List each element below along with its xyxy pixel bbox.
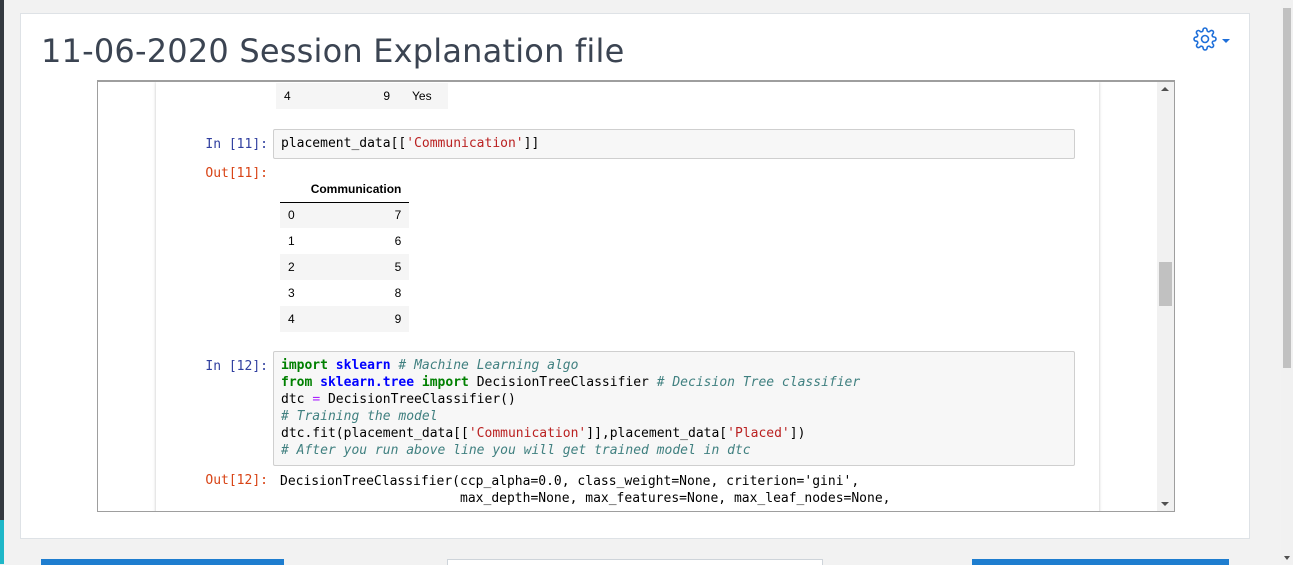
code-token: ])	[789, 426, 806, 441]
code-token: ]]	[523, 136, 540, 151]
code-string: 'Communication'	[406, 136, 524, 151]
code-keyword: from	[281, 375, 313, 390]
left-edge-bar	[0, 0, 4, 564]
page-scrollbar[interactable]	[1281, 0, 1293, 564]
row-value: 9	[383, 89, 390, 103]
row-index: 3	[288, 286, 295, 300]
code-comment: # Machine Learning algo	[398, 358, 579, 373]
table-row: 38	[280, 280, 409, 306]
row-value: 5	[394, 260, 402, 274]
scroll-thumb[interactable]	[1159, 262, 1172, 306]
code-string: 'Placed'	[727, 426, 790, 441]
code-keyword: import	[421, 375, 469, 390]
code-cell-11[interactable]: placement_data[['Communication']]	[273, 129, 1075, 159]
scroll-down-icon[interactable]	[1161, 502, 1169, 506]
table-row: 16	[280, 228, 409, 254]
scroll-down-icon[interactable]	[1284, 556, 1290, 560]
code-comment: # Training the model	[281, 409, 438, 424]
row-index: 0	[288, 208, 295, 223]
index-header	[280, 176, 303, 202]
bottom-left-button[interactable]	[41, 559, 284, 565]
bottom-input[interactable]	[447, 559, 823, 565]
settings-dropdown[interactable]	[1193, 26, 1235, 56]
scroll-up-icon[interactable]	[1161, 87, 1169, 91]
page-title: 11-06-2020 Session Explanation file	[41, 32, 625, 70]
out-prompt-12: Out[12]:	[205, 473, 268, 488]
output-line-1: DecisionTreeClassifier(ccp_alpha=0.0, cl…	[280, 474, 860, 489]
in-prompt-11: In [11]:	[205, 137, 268, 152]
table-row: 4 9 Yes	[276, 83, 448, 109]
table-row: 25	[280, 254, 410, 280]
bottom-right-button[interactable]	[972, 559, 1229, 565]
communication-header: Communication	[310, 181, 402, 196]
row-value: 8	[394, 286, 402, 300]
table-row: 49	[280, 306, 410, 332]
code-keyword: import	[281, 358, 328, 373]
code-token: DecisionTreeClassifier	[476, 375, 649, 390]
table-row: 07	[280, 202, 410, 228]
code-token: DecisionTreeClassifier()	[327, 392, 516, 407]
code-token: placement_data[[	[281, 136, 407, 151]
output-line-2: max_depth=None, max_features=None, max_l…	[280, 491, 891, 506]
code-module: sklearn.tree	[320, 375, 415, 390]
row-index: 4	[288, 312, 295, 326]
code-string: 'Communication'	[468, 426, 587, 441]
row-value: 6	[394, 234, 402, 248]
out-prompt-11: Out[11]:	[205, 166, 268, 181]
row-value: 9	[394, 312, 402, 326]
row-index: 2	[288, 260, 295, 274]
row-value: 7	[394, 208, 402, 223]
left-edge-accent	[0, 520, 4, 564]
prev-output-table: 4 9 Yes	[276, 83, 448, 109]
code-token: dtc.fit(placement_data[[	[281, 426, 469, 441]
notebook-viewer[interactable]: 4 9 Yes In [11]: placement_data[['Commun…	[97, 80, 1175, 512]
code-module: sklearn	[335, 358, 391, 373]
communication-table: Communication 07 16 25 38 49	[280, 176, 410, 332]
chevron-down-icon[interactable]	[1222, 39, 1230, 43]
row-index: 4	[284, 89, 291, 103]
code-comment: # Decision Tree classifier	[656, 375, 861, 390]
table-header-row: Communication	[280, 176, 410, 202]
code-cell-12[interactable]: import sklearn # Machine Learning algo f…	[273, 351, 1075, 466]
row-extra: Yes	[412, 89, 432, 103]
code-comment: # After you run above line you will get …	[281, 443, 751, 458]
code-token: dtc	[281, 392, 305, 407]
page-scroll-thumb[interactable]	[1283, 8, 1291, 368]
in-prompt-12: In [12]:	[205, 359, 268, 374]
code-operator: =	[312, 392, 321, 407]
row-index: 1	[288, 234, 295, 248]
content-card: 11-06-2020 Session Explanation file 4 9 …	[20, 13, 1250, 539]
code-token: ]],placement_data[	[586, 426, 728, 441]
gear-icon[interactable]	[1193, 26, 1217, 56]
notebook-page: 4 9 Yes In [11]: placement_data[['Commun…	[156, 82, 1099, 511]
viewer-scrollbar[interactable]	[1157, 82, 1174, 511]
